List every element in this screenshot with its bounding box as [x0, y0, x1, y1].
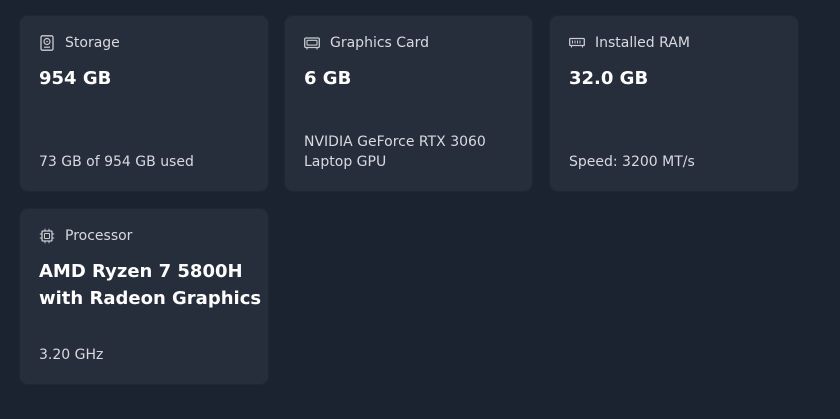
storage-card-header: Storage [39, 34, 120, 52]
processor-value-line1: AMD Ryzen 7 5800H [39, 261, 243, 282]
installed-ram-value: 32.0 GB [569, 68, 649, 89]
processor-detail: 3.20 GHz [39, 347, 104, 363]
installed-ram-title: Installed RAM [595, 35, 690, 51]
graphics-card-detail-line1: NVIDIA GeForce RTX 3060 [304, 134, 486, 150]
storage-title: Storage [65, 35, 120, 51]
processor-title: Processor [65, 228, 133, 244]
graphics-card-detail-line2: Laptop GPU [304, 154, 387, 170]
storage-card[interactable]: Storage 954 GB 73 GB of 954 GB used [20, 16, 268, 191]
graphics-card-icon [304, 35, 320, 51]
graphics-card-card[interactable]: Graphics Card 6 GB NVIDIA GeForce RTX 30… [285, 16, 532, 191]
installed-ram-card[interactable]: Installed RAM 32.0 GB Speed: 3200 MT/s [550, 16, 798, 191]
memory-module-icon [569, 35, 585, 51]
processor-value-line2: with Radeon Graphics [39, 288, 262, 309]
graphics-card-title: Graphics Card [330, 35, 430, 51]
installed-ram-header: Installed RAM [569, 34, 690, 52]
processor-chip-icon [39, 228, 55, 244]
graphics-card-header: Graphics Card [304, 34, 429, 52]
installed-ram-detail: Speed: 3200 MT/s [569, 154, 695, 170]
graphics-card-value: 6 GB [304, 68, 352, 89]
storage-value: 954 GB [39, 68, 112, 89]
processor-card[interactable]: Processor AMD Ryzen 7 5800H with Radeon … [20, 209, 268, 384]
hard-drive-icon [39, 35, 55, 51]
processor-header: Processor [39, 227, 132, 245]
storage-detail: 73 GB of 954 GB used [39, 154, 194, 170]
device-specs-panel: { "storage": { "icon": "hard-drive-icon"… [0, 0, 840, 419]
